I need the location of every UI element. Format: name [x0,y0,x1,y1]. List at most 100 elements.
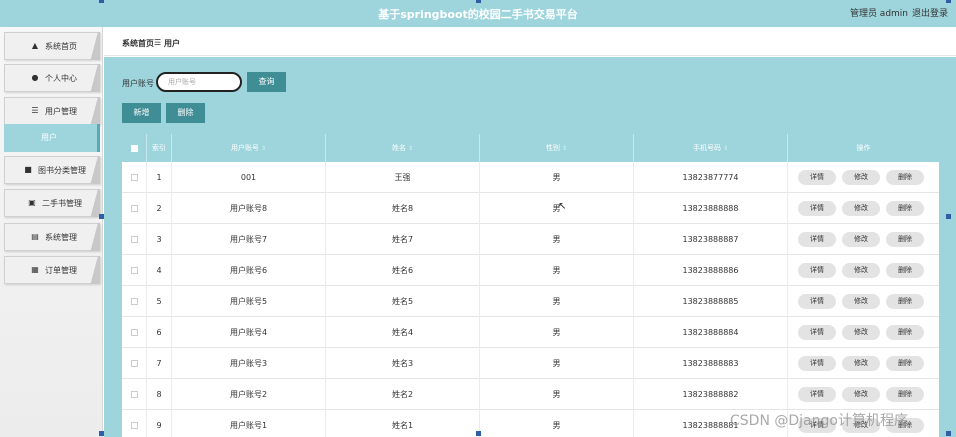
edit-button[interactable]: 修改 [842,356,880,371]
sidebar-item-label: 用户管理 [45,107,77,116]
sort-icon: ⇕ [407,145,414,152]
table-row: 2 用户账号8 姓名8 男 13823888888 详情 修改 删除 [122,193,939,224]
selection-handle [946,431,951,436]
sort-icon: ⇕ [260,145,267,152]
search-button[interactable]: 查询 [247,72,286,92]
cell-index: 7 [147,348,172,379]
sidebar-item-users[interactable]: ☰ 用户管理 [4,97,100,125]
edit-button[interactable]: 修改 [842,325,880,340]
cell-index: 8 [147,379,172,410]
selection-handle [476,431,481,436]
delete-button[interactable]: 删除 [886,201,924,216]
sidebar-item-book-category[interactable]: ■ 图书分类管理 [4,156,100,184]
detail-button[interactable]: 详情 [798,263,836,278]
select-all-checkbox[interactable] [131,145,138,152]
detail-button[interactable]: 详情 [798,294,836,309]
breadcrumb-home[interactable]: 系统首页 [122,38,154,49]
detail-button[interactable]: 详情 [798,170,836,185]
sort-icon: ⇕ [722,145,729,152]
cell-name: 姓名3 [326,348,480,379]
cell-account: 用户账号6 [172,255,326,286]
sidebar-item-orders[interactable]: ▦ 订单管理 [4,256,100,284]
row-checkbox[interactable] [131,298,138,305]
list-icon: ☰ [31,106,39,115]
table-row: 1 001 王强男 13823877774 详情 修改 删除 [122,162,939,193]
detail-button[interactable]: 详情 [798,201,836,216]
delete-button[interactable]: 删除 [886,294,924,309]
cell-account: 用户账号8 [172,193,326,224]
cell-phone: 13823888882 [634,379,788,410]
delete-button[interactable]: 删除 [886,387,924,402]
batch-delete-button[interactable]: 删除 [166,103,205,123]
edit-button[interactable]: 修改 [842,263,880,278]
cell-name: 姓名2 [326,379,480,410]
cell-index: 2 [147,193,172,224]
cell-gender: 男 [480,317,634,348]
cell-phone: 13823888883 [634,348,788,379]
sidebar-item-books[interactable]: ▣ 二手书管理 [4,189,100,217]
add-button[interactable]: 新增 [122,103,161,123]
user-icon: ● [31,73,39,82]
cell-gender: 男 [480,162,634,193]
clipboard-icon: ▣ [28,198,36,207]
edit-button[interactable]: 修改 [842,294,880,309]
delete-button[interactable]: 删除 [886,232,924,247]
edit-button[interactable]: 修改 [842,201,880,216]
table-row: 8 用户账号2 姓名2 男 13823888882 详情 修改 删除 [122,379,939,410]
table-row: 6 用户账号4 姓名4 男 13823888884 详情 修改 删除 [122,317,939,348]
detail-button[interactable]: 详情 [798,356,836,371]
cell-index: 6 [147,317,172,348]
row-checkbox[interactable] [131,422,138,429]
sidebar-item-profile[interactable]: ● 个人中心 [4,64,100,92]
cell-account: 用户账号3 [172,348,326,379]
cell-select [122,286,147,317]
cell-name: 姓名1 [326,410,480,437]
breadcrumb: 系统首页 ☰ 用户 [104,27,956,56]
table-header: 索引 用户账号 ⇕ 姓名 ⇕ 性别 ⇕ 手机号码 ⇕ 操作 [122,134,939,162]
detail-button[interactable]: 详情 [798,387,836,402]
row-checkbox[interactable] [131,236,138,243]
header-phone[interactable]: 手机号码 ⇕ [634,134,788,162]
header-gender[interactable]: 性别 ⇕ [480,134,634,162]
delete-button[interactable]: 删除 [886,170,924,185]
detail-button[interactable]: 详情 [798,325,836,340]
selection-handle [99,0,104,3]
search-input[interactable] [156,72,242,92]
grid-icon: ▦ [31,265,39,274]
mouse-cursor-icon: ↖ [558,201,567,212]
edit-button[interactable]: 修改 [842,232,880,247]
sidebar-subitem-user[interactable]: 用户 [4,124,100,152]
cell-account: 用户账号4 [172,317,326,348]
detail-button[interactable]: 详情 [798,232,836,247]
delete-button[interactable]: 删除 [886,263,924,278]
edit-button[interactable]: 修改 [842,170,880,185]
cell-actions: 详情 修改 删除 [788,224,939,255]
row-checkbox[interactable] [131,205,138,212]
delete-button[interactable]: 删除 [886,356,924,371]
row-checkbox[interactable] [131,391,138,398]
cell-account: 用户账号5 [172,286,326,317]
sidebar-item-home[interactable]: ▲ 系统首页 [4,32,100,60]
row-checkbox[interactable] [131,360,138,367]
header-name[interactable]: 姓名 ⇕ [326,134,480,162]
sidebar-item-label: 个人中心 [45,74,77,83]
cell-name: 王强 [326,162,480,193]
sidebar-item-label: 系统首页 [45,42,77,51]
home-icon: ▲ [31,41,39,50]
selection-handle [99,431,104,436]
sidebar-item-system[interactable]: ▤ 系统管理 [4,223,100,251]
edit-button[interactable]: 修改 [842,387,880,402]
header-account[interactable]: 用户账号 ⇕ [172,134,326,162]
logout-link[interactable]: 退出登录 [912,6,948,19]
row-checkbox[interactable] [131,174,138,181]
table-row: 5 用户账号5 姓名5 男 13823888885 详情 修改 删除 [122,286,939,317]
cell-gender: 男 [480,255,634,286]
row-checkbox[interactable] [131,267,138,274]
cell-actions: 详情 修改 删除 [788,348,939,379]
cell-select [122,379,147,410]
row-checkbox[interactable] [131,329,138,336]
cell-gender: 男 [480,193,634,224]
selection-handle [946,214,951,219]
selection-handle [476,0,481,3]
delete-button[interactable]: 删除 [886,325,924,340]
